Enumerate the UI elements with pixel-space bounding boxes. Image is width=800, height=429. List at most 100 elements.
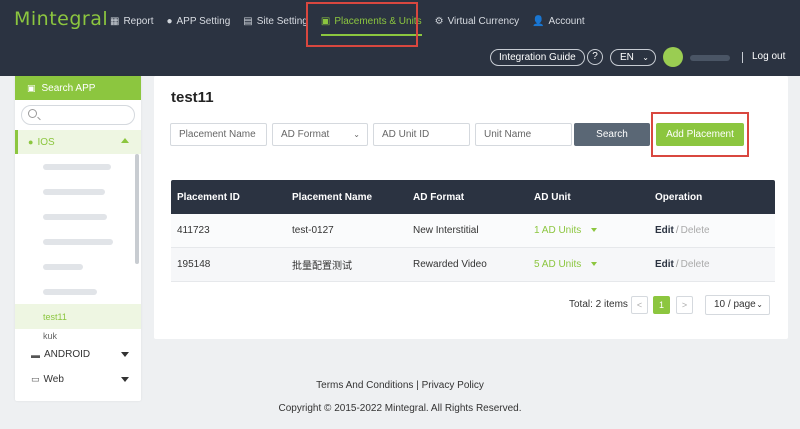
list-item[interactable] [15, 229, 141, 254]
pagination-page-1[interactable]: 1 [653, 296, 670, 314]
avatar[interactable] [663, 47, 683, 67]
ios-label: IOS [37, 136, 55, 148]
search-icon [28, 109, 37, 118]
logout-link[interactable]: Log out [752, 51, 785, 62]
redacted-app-name [43, 213, 107, 220]
page-title: test11 [171, 89, 214, 106]
page-size-select[interactable]: 10 / page ⌄ [705, 295, 770, 315]
unit-name-input[interactable]: Unit Name [475, 123, 572, 146]
list-item[interactable] [15, 254, 141, 279]
operation-cell: Edit / Delete [655, 259, 775, 270]
ad-format-select[interactable]: AD Format ⌄ [272, 123, 368, 146]
footer-copyright: Copyright © 2015-2022 Mintegral. All Rig… [278, 403, 522, 414]
list-item[interactable] [15, 154, 141, 179]
app-list-icon: ▣ [27, 82, 36, 93]
chevron-down-icon: ⌄ [756, 300, 763, 309]
grid-icon: ▦ [110, 15, 120, 27]
redacted-app-name [43, 238, 113, 245]
apple-icon: ● [28, 137, 34, 147]
integration-guide-button[interactable]: Integration Guide [490, 49, 585, 66]
chevron-down-icon: ⌄ [353, 130, 360, 139]
nav-account-label: Account [548, 15, 585, 27]
table-header: Placement ID Placement Name AD Format AD… [171, 180, 775, 214]
nav-virtual-currency-label: Virtual Currency [447, 15, 520, 27]
footer-links[interactable]: Terms And Conditions | Privacy Policy [0, 380, 800, 391]
sidebar-scrollbar[interactable] [135, 154, 139, 264]
pagination-next-button[interactable]: > [676, 296, 693, 314]
placements-table: Placement ID Placement Name AD Format AD… [171, 180, 775, 282]
add-placement-highlight-annotation [651, 112, 749, 157]
placements-highlight-annotation [306, 2, 418, 47]
nav-app-setting[interactable]: ● APP Setting [166, 0, 230, 42]
ad-format-cell: New Interstitial [413, 225, 479, 236]
ad-units-toggle[interactable]: 5 AD Units [534, 259, 655, 270]
nav-site-setting[interactable]: ▤ Site Setting [243, 0, 308, 42]
column-header: Placement Name [292, 191, 373, 203]
android-icon: ● [166, 15, 173, 27]
ad-unit-id-input[interactable]: AD Unit ID [373, 123, 470, 146]
header-divider [742, 52, 743, 63]
list-icon: ▤ [243, 15, 253, 27]
nav-app-setting-label: APP Setting [176, 15, 231, 27]
placement-name-input[interactable]: Placement Name [170, 123, 267, 146]
ad-units-toggle[interactable]: 1 AD Units [534, 225, 655, 236]
ad-units-count: 5 AD Units [534, 259, 582, 270]
table-row: 411723 test-0127 New Interstitial 1 AD U… [171, 214, 775, 248]
android-label: ANDROID [44, 349, 91, 360]
sidebar-category-ios[interactable]: ● IOS [15, 130, 141, 154]
delete-link[interactable]: Delete [681, 225, 710, 236]
list-item[interactable] [15, 179, 141, 204]
nav-report[interactable]: ▦ Report [110, 0, 153, 42]
column-header: Operation [655, 191, 703, 203]
redacted-app-name [43, 263, 83, 270]
sidebar-category-android[interactable]: ▬ ANDROID [15, 342, 141, 367]
gear-icon: ⚙ [434, 15, 444, 27]
redacted-app-name [43, 163, 111, 170]
operation-separator: / [675, 259, 679, 270]
search-button[interactable]: Search [574, 123, 650, 146]
operation-cell: Edit / Delete [655, 225, 775, 236]
redacted-app-name [43, 188, 105, 195]
caret-down-icon [121, 352, 129, 357]
page-size-value: 10 / page [714, 299, 756, 310]
list-item[interactable] [15, 279, 141, 304]
ad-format-cell: Rewarded Video [413, 259, 487, 270]
caret-down-icon [591, 262, 598, 267]
placement-name-cell: test-0127 [292, 225, 334, 236]
sidebar-app-active[interactable]: test11 [15, 304, 141, 329]
placement-name-cell: 批量配置测试 [292, 261, 352, 272]
list-item[interactable] [15, 204, 141, 229]
language-select[interactable]: EN ⌄ [610, 49, 656, 66]
app-search-input[interactable] [21, 105, 135, 125]
edit-link[interactable]: Edit [655, 259, 674, 270]
search-app-header: ▣ Search APP [15, 76, 141, 100]
nav-site-setting-label: Site Setting [256, 15, 308, 27]
pagination-total: Total: 2 items [569, 299, 628, 310]
delete-link[interactable]: Delete [681, 259, 710, 270]
mintegral-logo[interactable]: Mintegral [14, 8, 108, 30]
nav-account[interactable]: 👤 Account [532, 0, 585, 42]
column-header: AD Unit [534, 191, 571, 203]
header-tools: Integration Guide ? EN ⌄ Log out [0, 47, 800, 69]
nav-report-label: Report [123, 15, 154, 27]
app-sidebar: ▣ Search APP ● IOS test11 kuk ▬ ANDROID … [15, 76, 141, 401]
help-button[interactable]: ? [587, 49, 603, 65]
ad-units-count: 1 AD Units [534, 225, 582, 236]
placement-id-cell: 411723 [177, 225, 210, 236]
placement-id-cell: 195148 [177, 259, 211, 270]
chevron-down-icon: ⌄ [642, 53, 649, 62]
list-item[interactable]: kuk [15, 329, 141, 341]
android-icon: ▬ [31, 349, 40, 360]
placements-panel: test11 Placement Name AD Format ⌄ AD Uni… [154, 76, 788, 339]
pagination-prev-button[interactable]: < [631, 296, 648, 314]
language-value: EN [620, 52, 634, 63]
search-app-title: Search APP [41, 82, 96, 94]
table-row: 195148 批量配置测试 Rewarded Video 5 AD Units … [171, 248, 775, 282]
caret-up-icon [121, 138, 129, 143]
edit-link[interactable]: Edit [655, 225, 674, 236]
nav-virtual-currency[interactable]: ⚙ Virtual Currency [435, 0, 519, 42]
caret-down-icon [591, 228, 598, 233]
top-navigation-bar: Mintegral ▦ Report ● APP Setting ▤ Site … [0, 0, 800, 76]
redacted-app-name [43, 288, 97, 295]
ios-app-list: test11 kuk [15, 154, 141, 342]
